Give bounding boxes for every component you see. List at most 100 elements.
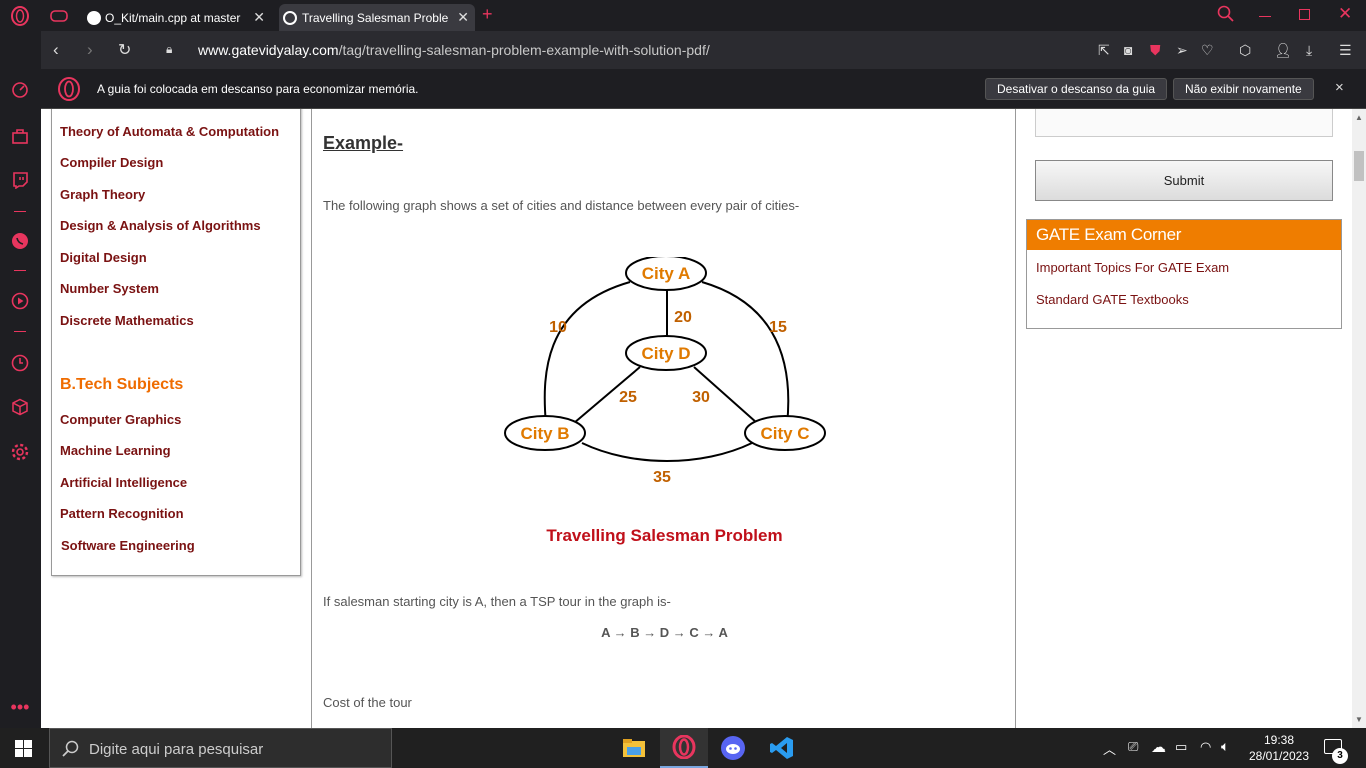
system-clock[interactable]: 19:38 28/01/2023	[1244, 732, 1314, 764]
opera-menu-icon[interactable]	[10, 6, 30, 26]
whatsapp-icon[interactable]	[10, 231, 30, 251]
discord-icon[interactable]	[709, 728, 757, 768]
volume-icon[interactable]: 🔈︎	[1221, 738, 1229, 755]
tab-snooze-notification: A guia foi colocada em descanso para eco…	[41, 69, 1366, 109]
link-important-topics[interactable]: Important Topics For GATE Exam	[1036, 260, 1229, 275]
search-icon	[62, 740, 79, 757]
battery-icon[interactable]: ▭	[1175, 739, 1187, 755]
share-icon[interactable]: ⇱	[1098, 42, 1110, 59]
scroll-down-icon[interactable]: ▼	[1355, 715, 1363, 724]
history-icon[interactable]	[10, 353, 30, 373]
send-icon[interactable]: ➢	[1176, 42, 1188, 59]
edge-a-b	[543, 281, 631, 426]
reload-icon[interactable]: ↻	[118, 40, 131, 60]
sidebar-separator	[14, 331, 26, 332]
link-pattern-recognition[interactable]: Pattern Recognition	[60, 506, 184, 521]
node-label-c: City C	[760, 424, 809, 443]
tab-title: Travelling Salesman Problem	[302, 10, 448, 25]
node-label-b: City B	[520, 424, 569, 443]
new-tab-plus-icon[interactable]: +	[482, 4, 493, 25]
comment-textarea[interactable]	[1035, 109, 1333, 137]
notification-text: A guia foi colocada em descanso para eco…	[97, 82, 419, 96]
weight-bd: 25	[619, 389, 637, 406]
download-icon[interactable]: ⤓	[1306, 42, 1312, 59]
link-machine-learning[interactable]: Machine Learning	[60, 443, 171, 458]
sidebar-separator	[14, 270, 26, 271]
tsp-tour-text: A → B → D → C → A	[601, 625, 728, 640]
weight-ac: 15	[769, 319, 787, 336]
notification-close-icon[interactable]: ×	[1335, 79, 1344, 96]
link-digital-design[interactable]: Digital Design	[60, 250, 147, 265]
weight-bc: 35	[653, 469, 671, 486]
link-computer-graphics[interactable]: Computer Graphics	[60, 412, 181, 427]
twitch-icon[interactable]	[10, 170, 30, 190]
profile-icon[interactable]: 👤︎	[1274, 42, 1292, 59]
address-bar: ‹ › ↻ 🔒︎ www.gatevidyalay.com/tag/travel…	[41, 31, 1366, 69]
link-number-system[interactable]: Number System	[60, 281, 159, 296]
meet-now-icon[interactable]: ⎚	[1128, 739, 1138, 755]
disable-snooze-button[interactable]: Desativar o descanso da guia	[985, 78, 1168, 100]
forward-icon[interactable]: ›	[87, 40, 93, 60]
edge-a-c	[701, 281, 790, 426]
camera-icon[interactable]: ◙	[1124, 42, 1132, 58]
settings-gear-icon[interactable]	[10, 442, 30, 462]
url-domain: www.gatevidyalay.com	[198, 42, 339, 58]
wifi-icon[interactable]: ◠	[1200, 739, 1211, 755]
scrollbar-thumb[interactable]	[1354, 151, 1364, 181]
page-scrollbar[interactable]: ▲ ▼	[1352, 109, 1366, 728]
windows-start-icon[interactable]	[15, 740, 32, 762]
dont-show-again-button[interactable]: Não exibir novamente	[1173, 78, 1314, 100]
link-standard-textbooks[interactable]: Standard GATE Textbooks	[1036, 292, 1189, 307]
vscode-icon[interactable]	[758, 728, 806, 768]
link-design-analysis-algorithms[interactable]: Design & Analysis of Algorithms	[60, 218, 261, 233]
window-close-icon[interactable]: ✕	[1338, 4, 1352, 24]
tab-search-icon[interactable]	[1217, 5, 1235, 28]
github-icon	[87, 10, 101, 25]
restore-icon[interactable]	[1299, 9, 1310, 20]
back-icon[interactable]: ‹	[53, 40, 59, 60]
intro-paragraph: The following graph shows a set of citie…	[323, 198, 800, 213]
cube-icon[interactable]	[10, 397, 30, 417]
shopping-bag-icon[interactable]	[10, 126, 30, 146]
file-explorer-icon[interactable]	[610, 728, 658, 768]
more-dots-icon[interactable]: •••	[10, 697, 30, 717]
tab-github[interactable]: O_Kit/main.cpp at master · ✕	[83, 4, 271, 31]
opera-logo-icon	[57, 77, 81, 106]
scroll-up-icon[interactable]: ▲	[1355, 113, 1363, 122]
link-compiler-design[interactable]: Compiler Design	[60, 155, 163, 170]
example-heading: Example-	[323, 133, 404, 153]
taskbar-search-box[interactable]: Digite aqui para pesquisar	[49, 728, 392, 768]
heart-icon[interactable]: ♡	[1201, 42, 1214, 59]
link-discrete-mathematics[interactable]: Discrete Mathematics	[60, 313, 194, 328]
article-content: Example- The following graph shows a set…	[311, 109, 1016, 728]
windows-taskbar: Digite aqui para pesquisar ︿ ⎚ ☁ ▭ ◠ 🔈︎ …	[0, 728, 1366, 768]
close-icon[interactable]: ✕	[457, 9, 469, 26]
lock-icon[interactable]: 🔒︎	[166, 42, 172, 57]
node-label-a: City A	[642, 264, 691, 283]
url-field[interactable]: www.gatevidyalay.com/tag/travelling-sale…	[198, 42, 710, 58]
speed-dial-icon[interactable]	[10, 80, 30, 100]
tab-travelling-salesman[interactable]: Travelling Salesman Problem ✕	[279, 4, 475, 31]
player-icon[interactable]	[10, 291, 30, 311]
onedrive-cloud-icon[interactable]: ☁	[1151, 738, 1166, 756]
shield-icon[interactable]: ⛊	[1150, 42, 1161, 59]
easy-setup-icon[interactable]: ☰	[1339, 42, 1352, 59]
close-icon[interactable]: ✕	[253, 9, 265, 26]
cube-icon[interactable]: ⬡	[1239, 42, 1251, 59]
search-placeholder: Digite aqui para pesquisar	[89, 741, 264, 758]
tab-title: O_Kit/main.cpp at master ·	[105, 10, 245, 25]
link-artificial-intelligence[interactable]: Artificial Intelligence	[60, 475, 187, 490]
link-software-engineering[interactable]: Software Engineering	[61, 538, 195, 553]
opera-taskbar-icon[interactable]	[660, 728, 708, 768]
link-graph-theory[interactable]: Graph Theory	[60, 187, 145, 202]
clock-time: 19:38	[1263, 733, 1295, 747]
show-hidden-icons-chevron-icon[interactable]: ︿	[1103, 739, 1116, 758]
tab-bar: O_Kit/main.cpp at master · ✕ Travelling …	[41, 0, 1366, 31]
gate-exam-corner-widget: GATE Exam Corner Important Topics For GA…	[1026, 219, 1342, 329]
tab-islands-icon[interactable]	[49, 6, 69, 26]
weight-cd: 30	[692, 389, 710, 406]
minimize-icon[interactable]	[1259, 16, 1271, 17]
link-theory-of-automata[interactable]: Theory of Automata & Computation	[60, 124, 279, 139]
submit-button[interactable]: Submit	[1035, 160, 1333, 201]
tour-intro-paragraph: If salesman starting city is A, then a T…	[323, 594, 671, 609]
